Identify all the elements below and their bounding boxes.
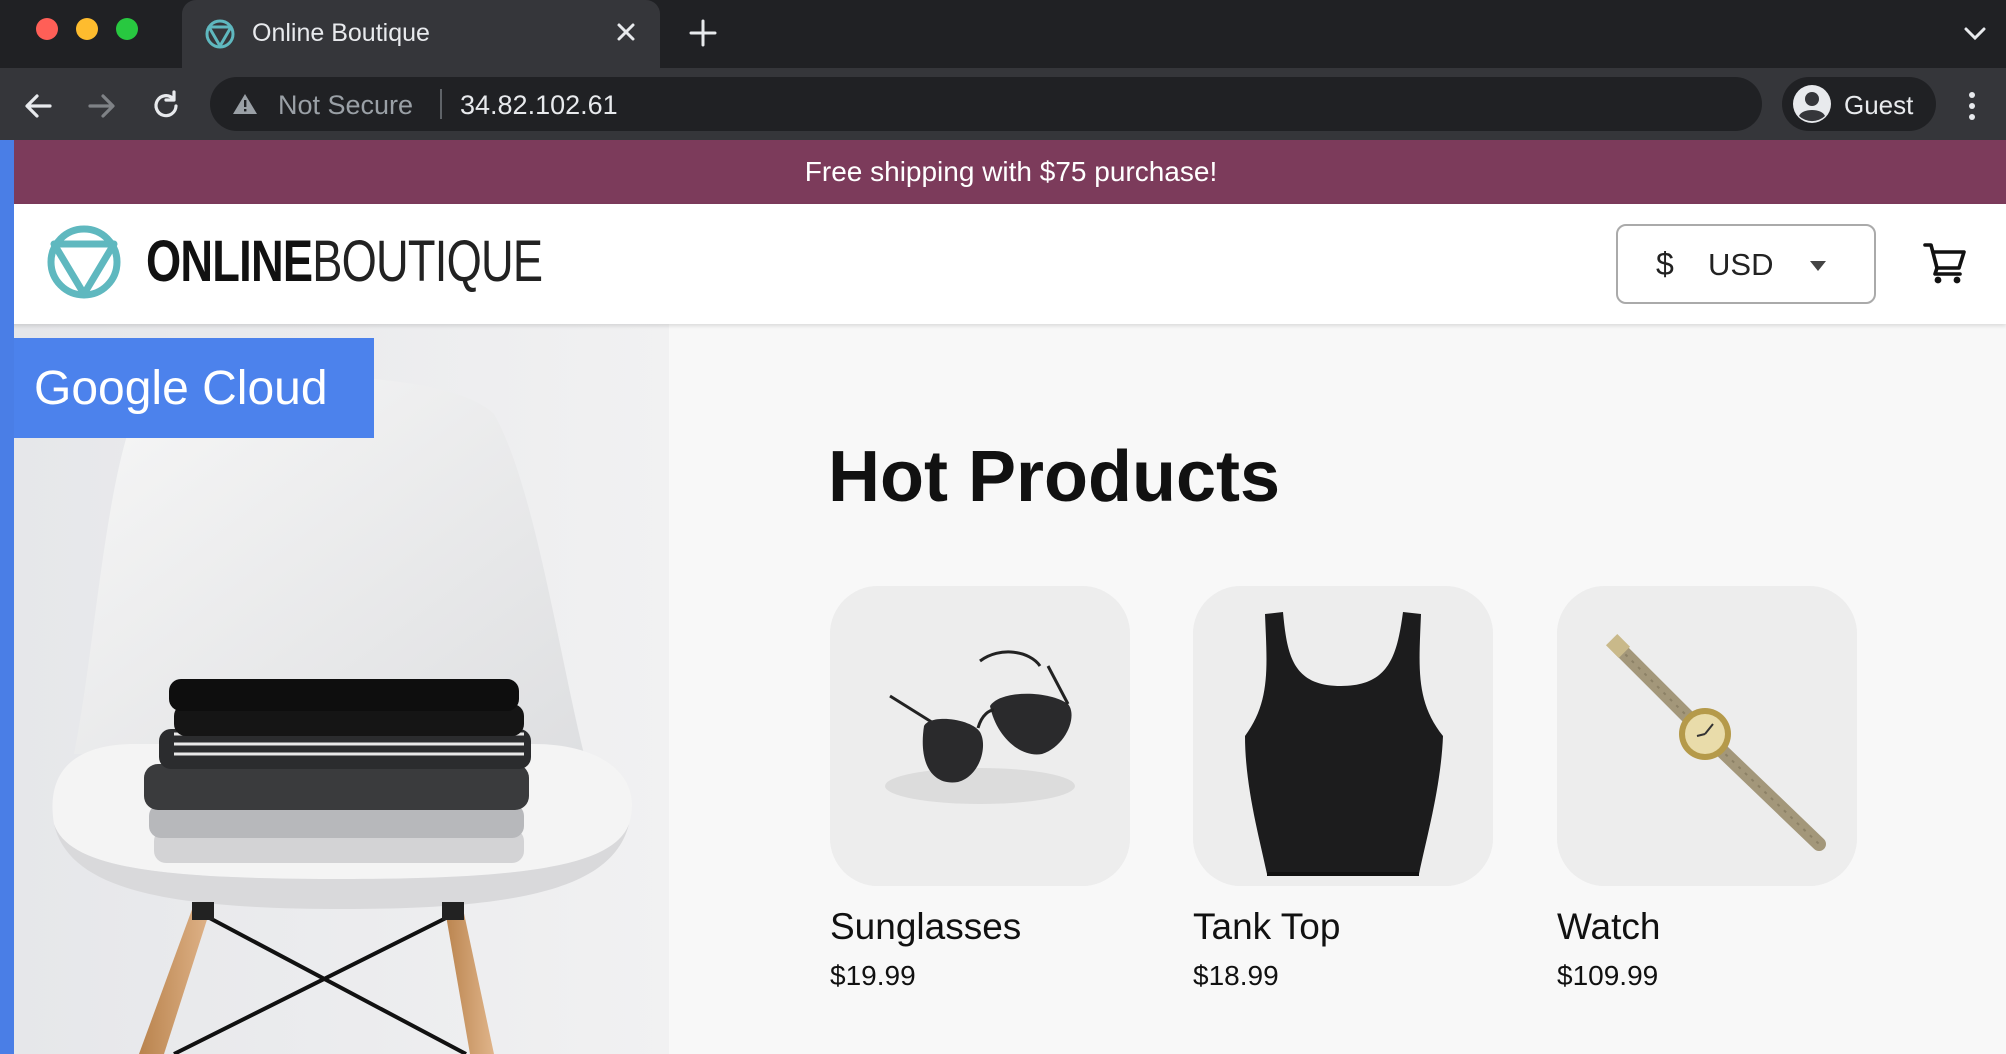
product-image[interactable] (1557, 586, 1857, 886)
window-close-button[interactable] (36, 18, 58, 40)
currency-code: USD (1708, 247, 1774, 282)
close-tab-icon[interactable] (610, 16, 642, 48)
profile-label: Guest (1844, 90, 1914, 120)
product-name[interactable]: Tank Top (1193, 906, 1493, 948)
online-boutique-favicon-icon (205, 19, 235, 49)
window-zoom-button[interactable] (116, 18, 138, 40)
browser-tab[interactable]: Online Boutique (182, 0, 660, 68)
site-header: ONLINEBOUTIQUE $ USD (0, 204, 2006, 324)
profile-button[interactable]: Guest (1782, 77, 1936, 131)
browser-tab-strip: Online Boutique (0, 0, 2006, 68)
forward-arrow-icon[interactable] (84, 88, 120, 124)
account-avatar-icon (1793, 85, 1831, 123)
logo-word-online: ONLINE (146, 229, 313, 294)
product-card-sunglasses[interactable]: Sunglasses $19.99 (830, 586, 1130, 992)
tab-title: Online Boutique (252, 19, 430, 47)
address-bar[interactable]: Not Secure 34.82.102.61 (210, 77, 1762, 131)
section-title: Hot Products (828, 437, 1281, 517)
product-price: $18.99 (1193, 960, 1279, 991)
product-name[interactable]: Watch (1557, 906, 1857, 948)
more-options-icon[interactable] (1960, 88, 1984, 124)
product-image[interactable] (1193, 586, 1493, 886)
tab-search-chevron-icon[interactable] (1962, 24, 1988, 44)
browser-toolbar: Not Secure 34.82.102.61 Guest (0, 68, 2006, 140)
page-viewport: Free shipping with $75 purchase! ONLINEB… (0, 140, 2006, 1054)
watch-image (1557, 586, 1857, 886)
security-status-label[interactable]: Not Secure (278, 90, 413, 121)
site-logo-wordmark[interactable]: ONLINEBOUTIQUE (146, 228, 543, 295)
product-card-watch[interactable]: Watch $109.99 (1557, 586, 1857, 992)
left-accent-strip (0, 140, 14, 1054)
new-tab-icon[interactable] (686, 16, 720, 50)
product-card-tank-top[interactable]: Tank Top $18.99 (1193, 586, 1493, 992)
url-text[interactable]: 34.82.102.61 (460, 90, 618, 121)
reload-icon[interactable] (148, 88, 184, 124)
warning-triangle-icon[interactable] (232, 92, 258, 116)
product-name[interactable]: Sunglasses (830, 906, 1130, 948)
address-separator (440, 89, 442, 119)
promo-banner-text: Free shipping with $75 purchase! (804, 156, 1218, 187)
currency-symbol: $ (1656, 246, 1674, 282)
google-cloud-badge-text: Google Cloud (34, 361, 328, 415)
back-arrow-icon[interactable] (20, 88, 56, 124)
dropdown-caret-icon (1810, 261, 1826, 271)
product-price: $19.99 (830, 960, 916, 991)
tank-top-image (1193, 586, 1493, 886)
online-boutique-logo-icon[interactable] (44, 222, 124, 302)
promo-banner: Free shipping with $75 purchase! (0, 140, 2006, 204)
product-price: $109.99 (1557, 960, 1659, 991)
product-image[interactable] (830, 586, 1130, 886)
google-cloud-badge: Google Cloud (14, 338, 374, 438)
window-minimize-button[interactable] (76, 18, 98, 40)
shopping-cart-icon[interactable] (1922, 240, 1968, 286)
sunglasses-image (830, 586, 1130, 886)
logo-word-boutique: BOUTIQUE (312, 229, 543, 294)
currency-select[interactable]: $ USD (1616, 224, 1876, 304)
